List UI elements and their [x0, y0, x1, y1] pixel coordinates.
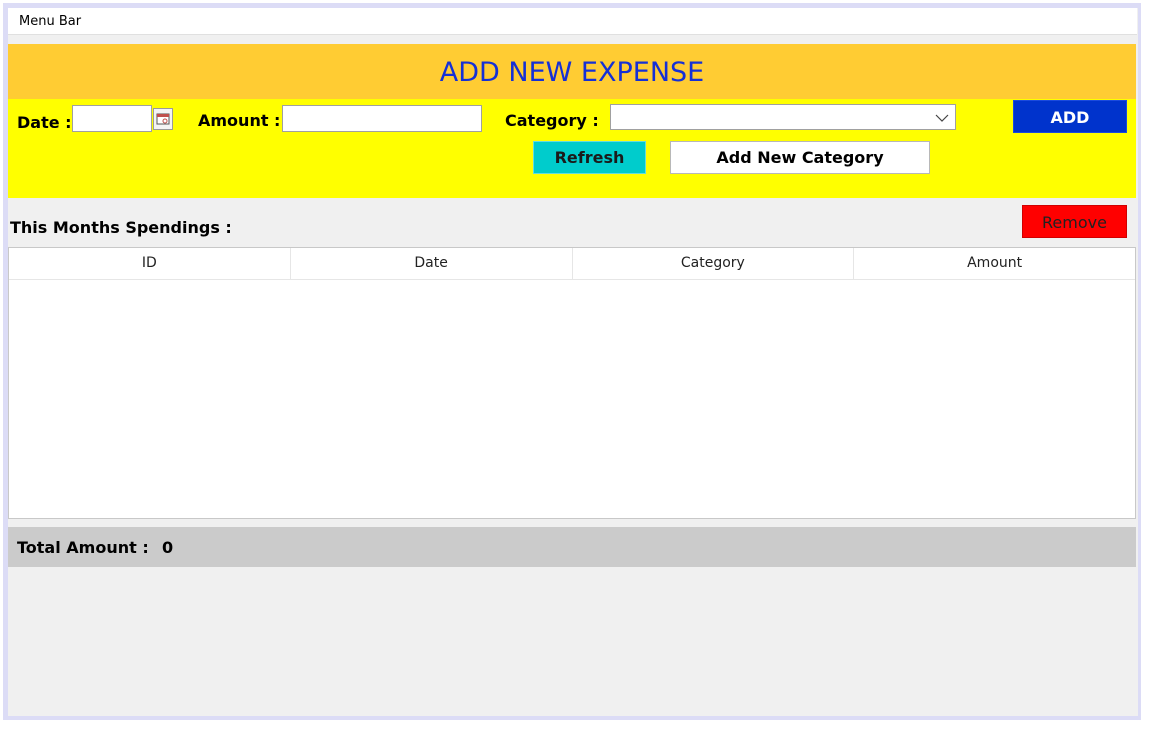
- column-header-category[interactable]: Category: [573, 248, 855, 279]
- remove-button[interactable]: Remove: [1022, 205, 1127, 238]
- table-header: ID Date Category Amount: [9, 248, 1135, 280]
- column-header-id[interactable]: ID: [9, 248, 291, 279]
- total-bar: Total Amount : 0: [8, 527, 1136, 567]
- refresh-button[interactable]: Refresh: [533, 141, 646, 174]
- menu-bar-label: Menu Bar: [19, 14, 82, 29]
- add-button[interactable]: ADD: [1013, 100, 1127, 133]
- chevron-down-icon: [935, 114, 949, 122]
- column-header-amount[interactable]: Amount: [854, 248, 1135, 279]
- amount-label: Amount :: [198, 111, 281, 130]
- add-new-category-button[interactable]: Add New Category: [670, 141, 930, 174]
- date-field[interactable]: [72, 105, 152, 132]
- total-amount-value: 0: [162, 538, 174, 557]
- table-body: [9, 280, 1135, 518]
- spendings-table[interactable]: ID Date Category Amount: [8, 247, 1136, 519]
- date-label: Date :: [17, 113, 72, 132]
- amount-field[interactable]: [282, 105, 482, 132]
- category-select[interactable]: [610, 104, 956, 130]
- category-label: Category :: [505, 111, 599, 130]
- menu-bar[interactable]: Menu Bar: [8, 8, 1137, 35]
- total-amount-label: Total Amount :: [17, 538, 149, 557]
- title-banner: ADD NEW EXPENSE: [8, 44, 1136, 99]
- expense-form: Date : Amount : Category : ADD Refresh A…: [8, 99, 1136, 198]
- column-header-date[interactable]: Date: [291, 248, 573, 279]
- spendings-heading: This Months Spendings :: [10, 218, 232, 237]
- page-title: ADD NEW EXPENSE: [439, 57, 705, 88]
- calendar-icon[interactable]: [153, 108, 173, 130]
